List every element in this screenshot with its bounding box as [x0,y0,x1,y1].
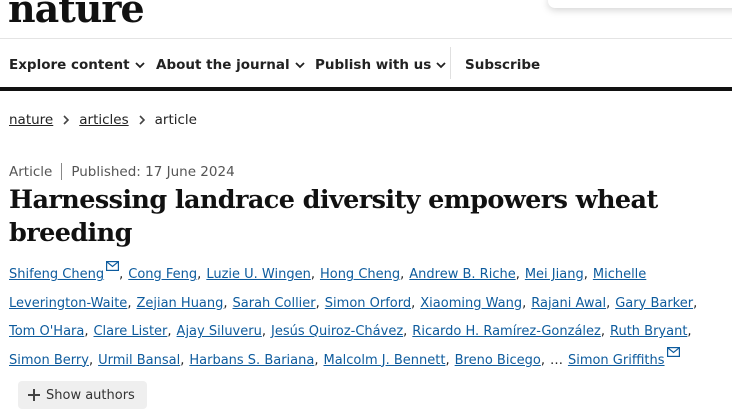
separator: , [119,267,124,282]
author-link[interactable]: Zejian Huang [136,296,223,311]
chevron-down-icon [294,59,306,71]
separator: , [522,295,527,311]
mail-icon[interactable] [106,261,120,271]
separator: , [261,324,266,339]
author-link[interactable]: Leverington-Waite [9,296,127,311]
author-link[interactable]: Gary Barker [615,296,693,311]
breadcrumb-current: article [154,112,197,128]
separator: , [223,295,228,311]
nav-publish-with-us[interactable]: Publish with us [315,57,447,73]
separator: , [600,324,605,339]
author-link[interactable]: Andrew B. Riche [409,267,515,282]
article-meta: Article Published: 17 June 2024 [9,163,235,180]
separator: , [400,267,405,282]
breadcrumb-articles[interactable]: articles [79,112,128,128]
show-authors-label: Show authors [46,387,135,403]
nav-subscribe[interactable]: Subscribe [465,57,540,73]
mail-icon[interactable] [666,346,680,357]
author-link[interactable]: Sarah Collier [233,296,316,311]
author-link[interactable]: Michelle [593,267,646,282]
author-link[interactable]: Simon Griffiths [568,353,665,368]
separator: , [606,295,611,311]
chevron-down-icon [435,59,447,71]
article-title: Harnessing landrace diversity empowers w… [9,185,658,248]
separator: , [88,352,94,368]
author-link[interactable]: Malcolm J. Bennett [323,353,445,368]
separator: , [583,267,588,282]
author-list: Shifeng Cheng , Cong Feng, Luzie U. Wing… [9,261,709,382]
author-line: Simon Berry, Urmil Bansal, Harbans S. Ba… [9,346,709,382]
breadcrumb: nature articles article [9,112,197,128]
separator: , [84,324,89,339]
author-line: Leverington-Waite, Zejian Huang, Sarah C… [9,296,709,325]
breadcrumb-nature[interactable]: nature [9,112,53,128]
author-link[interactable]: Rajani Awal [531,296,606,311]
separator: , [180,352,185,368]
author-link[interactable]: Luzie U. Wingen [206,267,311,282]
author-link[interactable]: Breno Bicego [455,353,541,368]
author-ellipsis: … [549,352,563,368]
masthead: nature [0,0,732,39]
author-link[interactable]: Harbans S. Bariana [189,353,314,368]
main-nav: Explore content About the journal Publis… [0,39,732,87]
nav-item-label: Publish with us [315,57,432,73]
chevron-right-icon [137,114,147,126]
separator: , [197,267,202,282]
separator: , [315,295,320,311]
separator: , [310,267,315,282]
separator: , [411,295,416,311]
author-link[interactable]: Ricardo H. Ramírez-González [412,324,601,339]
author-link[interactable]: Cong Feng [128,267,197,282]
separator: , [314,352,319,368]
author-link[interactable]: Tom O'Hara [9,324,84,339]
author-link[interactable]: Xiaoming Wang [420,296,522,311]
nav-divider [450,47,451,79]
separator: , [445,352,450,368]
author-link[interactable]: Mei Jiang [525,267,584,282]
author-link[interactable]: Clare Lister [93,324,167,339]
nav-explore-content[interactable]: Explore content [9,57,146,73]
chevron-right-icon [61,114,71,126]
author-link[interactable]: Hong Cheng [320,267,400,282]
author-line: Shifeng Cheng , Cong Feng, Luzie U. Wing… [9,261,709,296]
published-date: Published: 17 June 2024 [71,163,235,180]
author-link[interactable]: Simon Orford [325,296,411,311]
author-link[interactable]: Jesús Quiroz-Chávez [271,324,403,339]
nav-about-journal[interactable]: About the journal [156,57,306,73]
separator: , [167,324,172,339]
plus-icon [28,389,40,401]
meta-divider [61,163,63,180]
nav-item-label: Subscribe [465,57,541,73]
separator: , [693,295,698,311]
author-link[interactable]: Simon Berry [9,353,89,368]
author-link[interactable]: Ruth Bryant [610,324,687,339]
author-link[interactable]: Shifeng Cheng [9,267,104,282]
separator: , [687,324,692,339]
chevron-down-icon [134,59,146,71]
article-type: Article [9,163,53,180]
author-link[interactable]: Urmil Bansal [98,353,180,368]
nav-item-label: Explore content [9,57,130,73]
separator: , [127,295,132,311]
search-dropdown-edge [548,0,732,8]
separator: , [403,324,408,339]
author-link[interactable]: Ajay Siluveru [177,324,262,339]
nature-logo[interactable]: nature [8,0,145,31]
show-authors-button[interactable]: Show authors [18,381,147,409]
nav-item-label: About the journal [156,57,290,73]
author-line: Tom O'Hara, Clare Lister, Ajay Siluveru,… [9,324,709,353]
separator: , [540,352,545,368]
nav-underline-bar [0,87,732,91]
separator: , [515,267,520,282]
